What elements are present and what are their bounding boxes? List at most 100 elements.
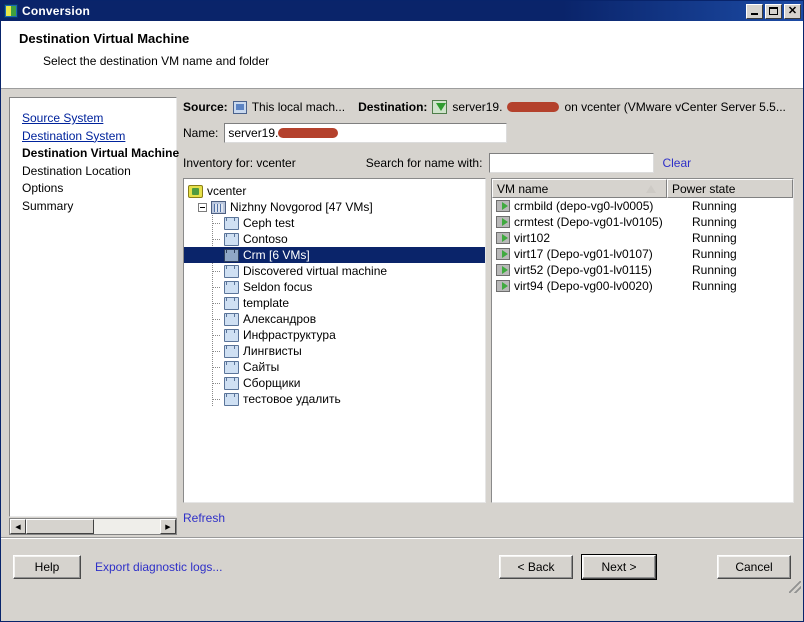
column-header-power-state[interactable]: Power state: [667, 179, 793, 198]
clear-search-link[interactable]: Clear: [662, 156, 691, 170]
maximize-icon: [769, 7, 778, 15]
tree-node-label: тестовое удалить: [243, 392, 341, 406]
back-button[interactable]: < Back: [499, 555, 573, 579]
table-row[interactable]: virt17 (Depo-vg01-lv0107) Running: [492, 246, 793, 262]
help-button[interactable]: Help: [13, 555, 81, 579]
vm-name-value: server19.: [228, 126, 278, 140]
tree-node-folder-lingvisty[interactable]: Лингвисты: [188, 343, 485, 359]
resize-grip-icon[interactable]: [789, 581, 801, 593]
destination-value-suffix: on vcenter (VMware vCenter Server 5.5...: [564, 100, 785, 114]
tree-node-vcenter[interactable]: vcenter: [188, 183, 485, 199]
tree-node-folder-sborshchiki[interactable]: Сборщики: [188, 375, 485, 391]
source-value: This local mach...: [252, 100, 345, 114]
next-button[interactable]: Next >: [582, 555, 656, 579]
vm-name-input[interactable]: server19.: [224, 123, 507, 143]
tree-node-label: Лингвисты: [243, 344, 302, 358]
scroll-left-icon[interactable]: ◀: [10, 519, 26, 534]
table-row[interactable]: crmbild (depo-vg0-lv0005) Running: [492, 198, 793, 214]
vm-name-cell: virt102: [514, 231, 690, 245]
destination-label: Destination:: [358, 100, 427, 114]
folder-icon: [224, 297, 239, 310]
tree-node-folder-crm[interactable]: Crm [6 VMs]: [184, 247, 486, 263]
sidebar-item-options[interactable]: Options: [22, 180, 176, 198]
search-input[interactable]: [489, 153, 654, 173]
source-label: Source:: [183, 100, 228, 114]
inventory-label: Inventory for: vcenter: [183, 156, 296, 170]
tree-node-label: Discovered virtual machine: [243, 264, 387, 278]
folder-icon: [224, 281, 239, 294]
tree-node-folder-testovoe-udalit[interactable]: тестовое удалить: [188, 391, 485, 407]
vm-powered-on-icon: [496, 280, 510, 292]
tree-node-folder-ceph-test[interactable]: Ceph test: [188, 215, 485, 231]
refresh-link[interactable]: Refresh: [183, 511, 225, 525]
tree-node-folder-template[interactable]: template: [188, 295, 485, 311]
wizard-steps-panel: Source System Destination System Destina…: [9, 97, 177, 517]
column-label: VM name: [497, 182, 548, 196]
vm-name-cell: virt52 (Depo-vg01-lv0115): [514, 263, 690, 277]
folder-icon: [224, 329, 239, 342]
collapse-icon[interactable]: [198, 203, 207, 212]
sidebar-item-source-system[interactable]: Source System: [22, 110, 176, 128]
tree-tick: [213, 287, 221, 288]
tree-node-datacenter[interactable]: Nizhny Novgorod [47 VMs]: [188, 199, 485, 215]
tree-node-folder-infrastruktura[interactable]: Инфраструктура: [188, 327, 485, 343]
refresh-row: Refresh: [183, 511, 794, 525]
name-label: Name:: [183, 126, 218, 140]
tree-node-folder-discovered-virtual-machine[interactable]: Discovered virtual machine: [188, 263, 485, 279]
tree-node-label: Seldon focus: [243, 280, 312, 294]
minimize-button[interactable]: [746, 4, 763, 19]
tree-tick: [213, 383, 221, 384]
table-row[interactable]: virt94 (Depo-vg00-lv0020) Running: [492, 278, 793, 294]
tree-node-folder-contoso[interactable]: Contoso: [188, 231, 485, 247]
scrollbar-track[interactable]: [94, 519, 160, 534]
folder-icon: [224, 377, 239, 390]
main-content: Source: This local mach... Destination: …: [177, 89, 804, 537]
source-destination-summary: Source: This local mach... Destination: …: [183, 97, 794, 117]
vm-power-state-cell: Running: [690, 247, 737, 261]
scrollbar-thumb[interactable]: [26, 519, 94, 534]
inventory-tree[interactable]: vcenter Nizhny Novgorod [47 VMs] Ceph te…: [183, 178, 486, 503]
table-row[interactable]: virt102 Running: [492, 230, 793, 246]
tree-tick: [213, 335, 221, 336]
redaction-mark-name: [278, 128, 338, 138]
folder-icon: [224, 361, 239, 374]
tree-tick: [213, 239, 221, 240]
page-title: Destination Virtual Machine: [19, 31, 803, 46]
tree-tick: [213, 351, 221, 352]
sidebar-item-destination-location[interactable]: Destination Location: [22, 163, 176, 181]
tree-tick: [213, 223, 221, 224]
vm-power-state-cell: Running: [690, 215, 737, 229]
cancel-button[interactable]: Cancel: [717, 555, 791, 579]
sidebar-item-destination-system[interactable]: Destination System: [22, 128, 176, 146]
sidebar-horizontal-scrollbar[interactable]: ◀ ▶: [9, 518, 177, 535]
tree-node-label: Сайты: [243, 360, 279, 374]
close-button[interactable]: ✕: [784, 4, 801, 19]
table-row[interactable]: crmtest (Depo-vg01-lv0105) Running: [492, 214, 793, 230]
maximize-button[interactable]: [765, 4, 782, 19]
sidebar-item-destination-virtual-machine[interactable]: Destination Virtual Machine: [22, 145, 176, 163]
sidebar-item-summary[interactable]: Summary: [22, 198, 176, 216]
destination-host-prefix: server19.: [452, 100, 502, 114]
tree-node-label: Ceph test: [243, 216, 294, 230]
sort-ascending-icon: [646, 185, 656, 193]
tree-node-label: Александров: [243, 312, 316, 326]
export-diagnostic-logs-link[interactable]: Export diagnostic logs...: [95, 560, 222, 574]
redaction-mark-host: [507, 102, 559, 112]
tree-tick: [213, 271, 221, 272]
vm-list[interactable]: VM name Power state crmbild (depo-vg0-lv…: [491, 178, 794, 503]
minimize-icon: [751, 13, 758, 15]
vm-power-state-cell: Running: [690, 199, 737, 213]
tree-node-label: Инфраструктура: [243, 328, 336, 342]
vm-name-cell: virt17 (Depo-vg01-lv0107): [514, 247, 690, 261]
tree-node-label: Crm [6 VMs]: [243, 248, 310, 262]
page-subtitle: Select the destination VM name and folde…: [43, 54, 803, 68]
column-header-vm-name[interactable]: VM name: [492, 179, 667, 198]
tree-node-folder-aleksandrov[interactable]: Александров: [188, 311, 485, 327]
destination-vm-icon: [432, 100, 447, 114]
tree-node-folder-sayty[interactable]: Сайты: [188, 359, 485, 375]
table-row[interactable]: virt52 (Depo-vg01-lv0115) Running: [492, 262, 793, 278]
scroll-right-icon[interactable]: ▶: [160, 519, 176, 534]
dialog-footer: Help Export diagnostic logs... < Back Ne…: [1, 539, 803, 595]
close-icon: ✕: [788, 6, 797, 17]
tree-node-folder-seldon-focus[interactable]: Seldon focus: [188, 279, 485, 295]
